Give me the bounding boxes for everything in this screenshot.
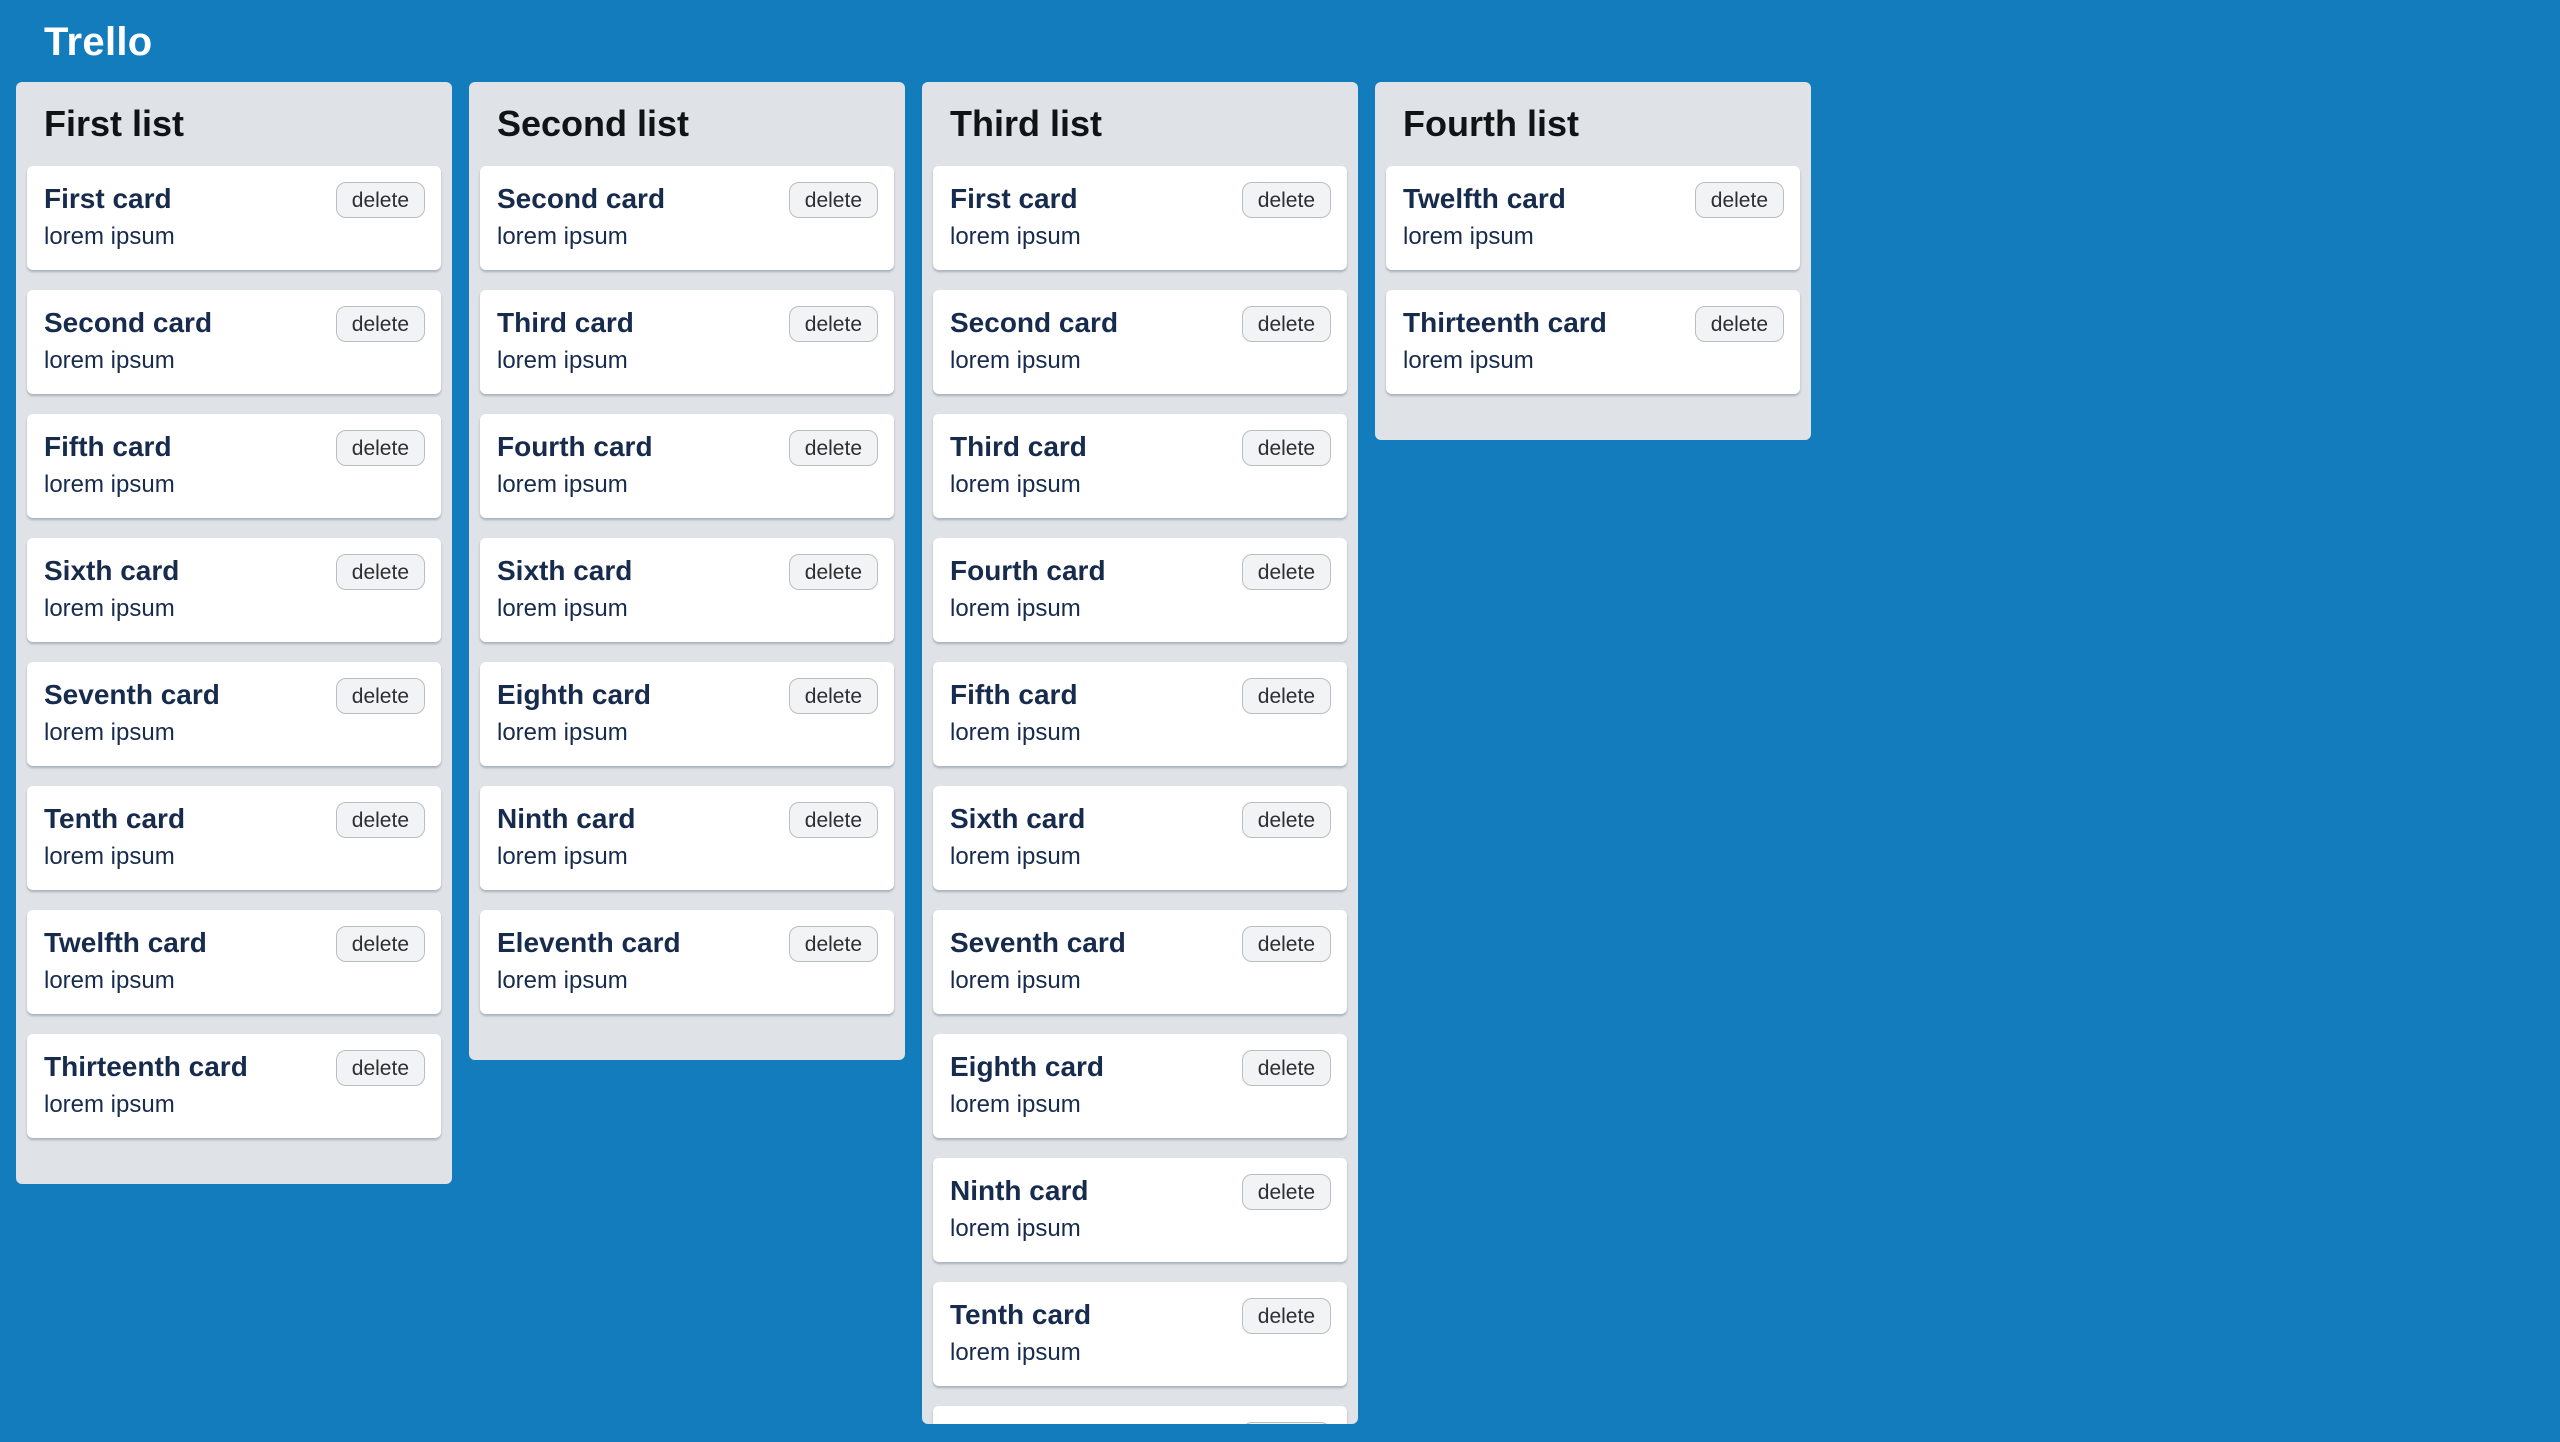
card[interactable]: Fourth card lorem ipsum delete	[933, 538, 1347, 642]
card[interactable]: Seventh card lorem ipsum delete	[27, 662, 441, 766]
delete-card-button[interactable]: delete	[1241, 1174, 1331, 1210]
card[interactable]: Ninth card lorem ipsum delete	[480, 786, 894, 890]
card-description: lorem ipsum	[497, 719, 628, 746]
card-description: lorem ipsum	[44, 967, 175, 994]
card[interactable]: Second card lorem ipsum delete	[480, 166, 894, 270]
card-description: lorem ipsum	[497, 223, 628, 250]
board: First list First card lorem ipsum delete Sec…	[16, 82, 1811, 1424]
card-description: lorem ipsum	[950, 1091, 1081, 1118]
card-description: lorem ipsum	[1403, 347, 1534, 374]
card[interactable]: Thirteenth card lorem ipsum delete	[1386, 290, 1800, 394]
card-description: lorem ipsum	[497, 595, 628, 622]
card[interactable]: Second card lorem ipsum delete	[933, 290, 1347, 394]
card[interactable]: First card lorem ipsum delete	[933, 166, 1347, 270]
delete-card-button[interactable]: delete	[1694, 306, 1784, 342]
card[interactable]: Fifth card lorem ipsum delete	[27, 414, 441, 518]
delete-card-button[interactable]: delete	[1694, 182, 1784, 218]
card-description: lorem ipsum	[497, 843, 628, 870]
delete-card-button[interactable]: delete	[788, 926, 878, 962]
delete-card-button[interactable]: delete	[1241, 554, 1331, 590]
delete-card-button[interactable]: delete	[788, 802, 878, 838]
delete-card-button[interactable]: delete	[788, 678, 878, 714]
card[interactable]: Third card lorem ipsum delete	[933, 414, 1347, 518]
card[interactable]: Tenth card lorem ipsum delete	[27, 786, 441, 890]
list-column: First list First card lorem ipsum delete Sec…	[16, 82, 452, 1184]
list-title: First list	[44, 103, 185, 144]
delete-card-button[interactable]: delete	[335, 1050, 425, 1086]
card-description: lorem ipsum	[44, 595, 175, 622]
delete-card-button[interactable]: delete	[1241, 430, 1331, 466]
card-description: lorem ipsum	[44, 347, 175, 374]
card[interactable]: Sixth card lorem ipsum delete	[933, 786, 1347, 890]
delete-card-button[interactable]: delete	[1241, 182, 1331, 218]
delete-card-button[interactable]: delete	[335, 802, 425, 838]
card[interactable]: Seventh card lorem ipsum delete	[933, 910, 1347, 1014]
card-description: lorem ipsum	[44, 719, 175, 746]
delete-card-button[interactable]: delete	[335, 554, 425, 590]
card-description: lorem ipsum	[950, 1215, 1081, 1242]
card-description: lorem ipsum	[950, 595, 1081, 622]
card[interactable]: First card lorem ipsum delete	[27, 166, 441, 270]
card-description: lorem ipsum	[44, 223, 175, 250]
delete-card-button[interactable]: delete	[788, 306, 878, 342]
list-column: Second list Second card lorem ipsum delete T…	[469, 82, 905, 1060]
card[interactable]: Sixth card lorem ipsum delete	[480, 538, 894, 642]
delete-card-button[interactable]: delete	[335, 182, 425, 218]
delete-card-button[interactable]: delete	[1241, 926, 1331, 962]
card-description: lorem ipsum	[950, 1339, 1081, 1366]
card-description: lorem ipsum	[950, 967, 1081, 994]
card[interactable]: Eighth card lorem ipsum delete	[933, 1034, 1347, 1138]
card[interactable]: Eighth card lorem ipsum delete	[480, 662, 894, 766]
card[interactable]: Twelfth card lorem ipsum delete	[27, 910, 441, 1014]
delete-card-button[interactable]: delete	[1241, 802, 1331, 838]
card[interactable]: Ninth card lorem ipsum delete	[933, 1158, 1347, 1262]
app-title: Trello	[44, 20, 153, 64]
delete-card-button[interactable]: delete	[1241, 678, 1331, 714]
delete-card-button[interactable]: delete	[335, 926, 425, 962]
card[interactable]: Third card lorem ipsum delete	[480, 290, 894, 394]
card-description: lorem ipsum	[497, 347, 628, 374]
card-description: lorem ipsum	[44, 843, 175, 870]
list-title: Third list	[950, 103, 1102, 144]
delete-card-button[interactable]: delete	[335, 430, 425, 466]
card-description: lorem ipsum	[950, 347, 1081, 374]
card-description: lorem ipsum	[950, 471, 1081, 498]
delete-card-button[interactable]: delete	[1241, 1422, 1331, 1424]
delete-card-button[interactable]: delete	[1241, 1298, 1331, 1334]
list-column: Third list First card lorem ipsum delete Sec…	[922, 82, 1358, 1424]
delete-card-button[interactable]: delete	[788, 430, 878, 466]
card-description: lorem ipsum	[44, 1091, 175, 1118]
card[interactable]: Fifth card lorem ipsum delete	[933, 662, 1347, 766]
list-column: Fourth list Twelfth card lorem ipsum delete…	[1375, 82, 1811, 440]
card[interactable]: Sixth card lorem ipsum delete	[27, 538, 441, 642]
card[interactable]: delete	[933, 1406, 1347, 1424]
card[interactable]: Thirteenth card lorem ipsum delete	[27, 1034, 441, 1138]
delete-card-button[interactable]: delete	[335, 678, 425, 714]
card-description: lorem ipsum	[950, 843, 1081, 870]
delete-card-button[interactable]: delete	[1241, 306, 1331, 342]
card-description: lorem ipsum	[497, 967, 628, 994]
list-title: Fourth list	[1403, 103, 1579, 144]
card-description: lorem ipsum	[497, 471, 628, 498]
delete-card-button[interactable]: delete	[788, 182, 878, 218]
card[interactable]: Twelfth card lorem ipsum delete	[1386, 166, 1800, 270]
delete-card-button[interactable]: delete	[788, 554, 878, 590]
card-description: lorem ipsum	[44, 471, 175, 498]
card-description: lorem ipsum	[1403, 223, 1534, 250]
card[interactable]: Second card lorem ipsum delete	[27, 290, 441, 394]
card-description: lorem ipsum	[950, 223, 1081, 250]
list-title: Second list	[497, 103, 690, 144]
card-description: lorem ipsum	[950, 719, 1081, 746]
card[interactable]: Eleventh card lorem ipsum delete	[480, 910, 894, 1014]
delete-card-button[interactable]: delete	[335, 306, 425, 342]
delete-card-button[interactable]: delete	[1241, 1050, 1331, 1086]
card[interactable]: Fourth card lorem ipsum delete	[480, 414, 894, 518]
card[interactable]: Tenth card lorem ipsum delete	[933, 1282, 1347, 1386]
